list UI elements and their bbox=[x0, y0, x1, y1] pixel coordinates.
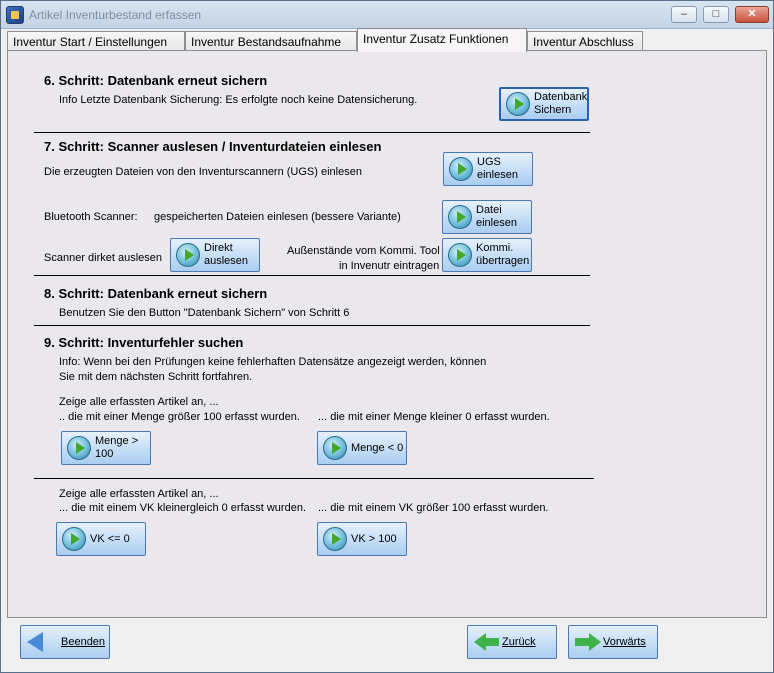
group1-right-text: ... die mit einer Menge kleiner 0 erfass… bbox=[318, 411, 550, 423]
divider bbox=[34, 478, 594, 479]
step9-info-line2: Sie mit dem nächsten Schritt fortfahren. bbox=[59, 371, 253, 383]
kommi-text-line2: in Invenutr eintragen bbox=[339, 260, 440, 272]
button-label: UGS einlesen bbox=[477, 156, 518, 181]
app-window: Artikel Inventurbestand erfassen – □ ✕ I… bbox=[0, 0, 774, 673]
group1-left-text: .. die mit einer Menge größer 100 erfass… bbox=[59, 411, 300, 423]
play-icon bbox=[62, 527, 86, 551]
file-import-button[interactable]: Datei einlesen bbox=[442, 200, 532, 234]
group2-right-text: ... die mit einem VK größer 100 erfasst … bbox=[318, 502, 549, 514]
window-title: Artikel Inventurbestand erfassen bbox=[29, 8, 202, 22]
arrow-left-icon bbox=[27, 632, 53, 652]
play-icon bbox=[506, 92, 530, 116]
group2-title: Zeige alle erfassten Artikel an, ... bbox=[59, 488, 219, 500]
button-label: VK > 100 bbox=[351, 532, 397, 545]
step8-heading: 8. Schritt: Datenbank erneut sichern bbox=[44, 286, 268, 301]
tab-closing[interactable]: Inventur Abschluss bbox=[527, 31, 643, 51]
button-label: Menge < 0 bbox=[351, 441, 404, 454]
button-label: Datenbank Sichern bbox=[534, 91, 588, 116]
group1-title: Zeige alle erfassten Artikel an, ... bbox=[59, 396, 219, 408]
arrow-left-green-icon bbox=[474, 632, 502, 652]
direct-read-button[interactable]: Direkt auslesen bbox=[170, 238, 260, 272]
step9-heading: 9. Schritt: Inventurfehler suchen bbox=[44, 335, 244, 350]
kommi-transfer-button[interactable]: Kommi. übertragen bbox=[442, 238, 532, 272]
step6-info: Info Letzte Datenbank Sicherung: Es erfo… bbox=[59, 94, 418, 106]
button-label: VK <= 0 bbox=[90, 532, 130, 545]
button-label: Zurück bbox=[502, 636, 536, 648]
divider bbox=[34, 275, 590, 276]
play-icon bbox=[67, 436, 91, 460]
direct-read-text: Scanner dirket auslesen bbox=[44, 252, 163, 264]
play-icon bbox=[449, 157, 473, 181]
back-button[interactable]: Zurück bbox=[467, 625, 557, 659]
button-label: Vorwärts bbox=[603, 636, 646, 648]
step7-heading: 7. Schritt: Scanner auslesen / Inventurd… bbox=[44, 139, 382, 154]
forward-button[interactable]: Vorwärts bbox=[568, 625, 658, 659]
button-label: Beenden bbox=[61, 636, 106, 648]
app-icon bbox=[6, 6, 24, 24]
play-icon bbox=[176, 243, 200, 267]
vk-greater-100-button[interactable]: VK > 100 bbox=[317, 522, 407, 556]
exit-button[interactable]: Beenden bbox=[20, 625, 110, 659]
arrow-right-green-icon bbox=[575, 632, 603, 652]
tab-start-settings[interactable]: Inventur Start / Einstellungen bbox=[7, 31, 185, 51]
button-label: Direkt auslesen bbox=[204, 242, 249, 267]
tab-additional-functions[interactable]: Inventur Zusatz Funktionen bbox=[357, 28, 527, 52]
tab-stocktaking[interactable]: Inventur Bestandsaufnahme bbox=[185, 31, 357, 51]
title-bar[interactable]: Artikel Inventurbestand erfassen – □ ✕ bbox=[1, 1, 773, 29]
step9-info-line1: Info: Wenn bei den Prüfungen keine fehle… bbox=[59, 356, 487, 368]
quantity-greater-100-button[interactable]: Menge > 100 bbox=[61, 431, 151, 465]
play-icon bbox=[448, 205, 472, 229]
backup-database-button[interactable]: Datenbank Sichern bbox=[499, 87, 589, 121]
minimize-button[interactable]: – bbox=[671, 6, 697, 23]
close-button[interactable]: ✕ bbox=[735, 6, 769, 23]
group2-left-text: ... die mit einem VK kleinergleich 0 erf… bbox=[59, 502, 307, 514]
bluetooth-label: Bluetooth Scanner: bbox=[44, 211, 138, 223]
quantity-less-0-button[interactable]: Menge < 0 bbox=[317, 431, 407, 465]
play-icon bbox=[448, 243, 472, 267]
step8-text: Benutzen Sie den Button "Datenbank Siche… bbox=[59, 307, 350, 319]
kommi-text-line1: Außenstände vom Kommi. Tool bbox=[287, 245, 440, 257]
divider bbox=[34, 132, 590, 133]
button-label: Datei einlesen bbox=[476, 204, 517, 229]
play-icon bbox=[323, 527, 347, 551]
ugs-import-button[interactable]: UGS einlesen bbox=[443, 152, 533, 186]
bluetooth-text: gespeicherten Dateien einlesen (bessere … bbox=[154, 211, 401, 223]
maximize-button[interactable]: □ bbox=[703, 6, 729, 23]
play-icon bbox=[323, 436, 347, 460]
vk-less-equal-0-button[interactable]: VK <= 0 bbox=[56, 522, 146, 556]
ugs-text: Die erzeugten Dateien von den Inventursc… bbox=[44, 166, 362, 178]
button-label: Menge > 100 bbox=[95, 435, 139, 460]
step6-heading: 6. Schritt: Datenbank erneut sichern bbox=[44, 73, 268, 88]
button-label: Kommi. übertragen bbox=[476, 242, 530, 267]
divider bbox=[34, 325, 590, 326]
